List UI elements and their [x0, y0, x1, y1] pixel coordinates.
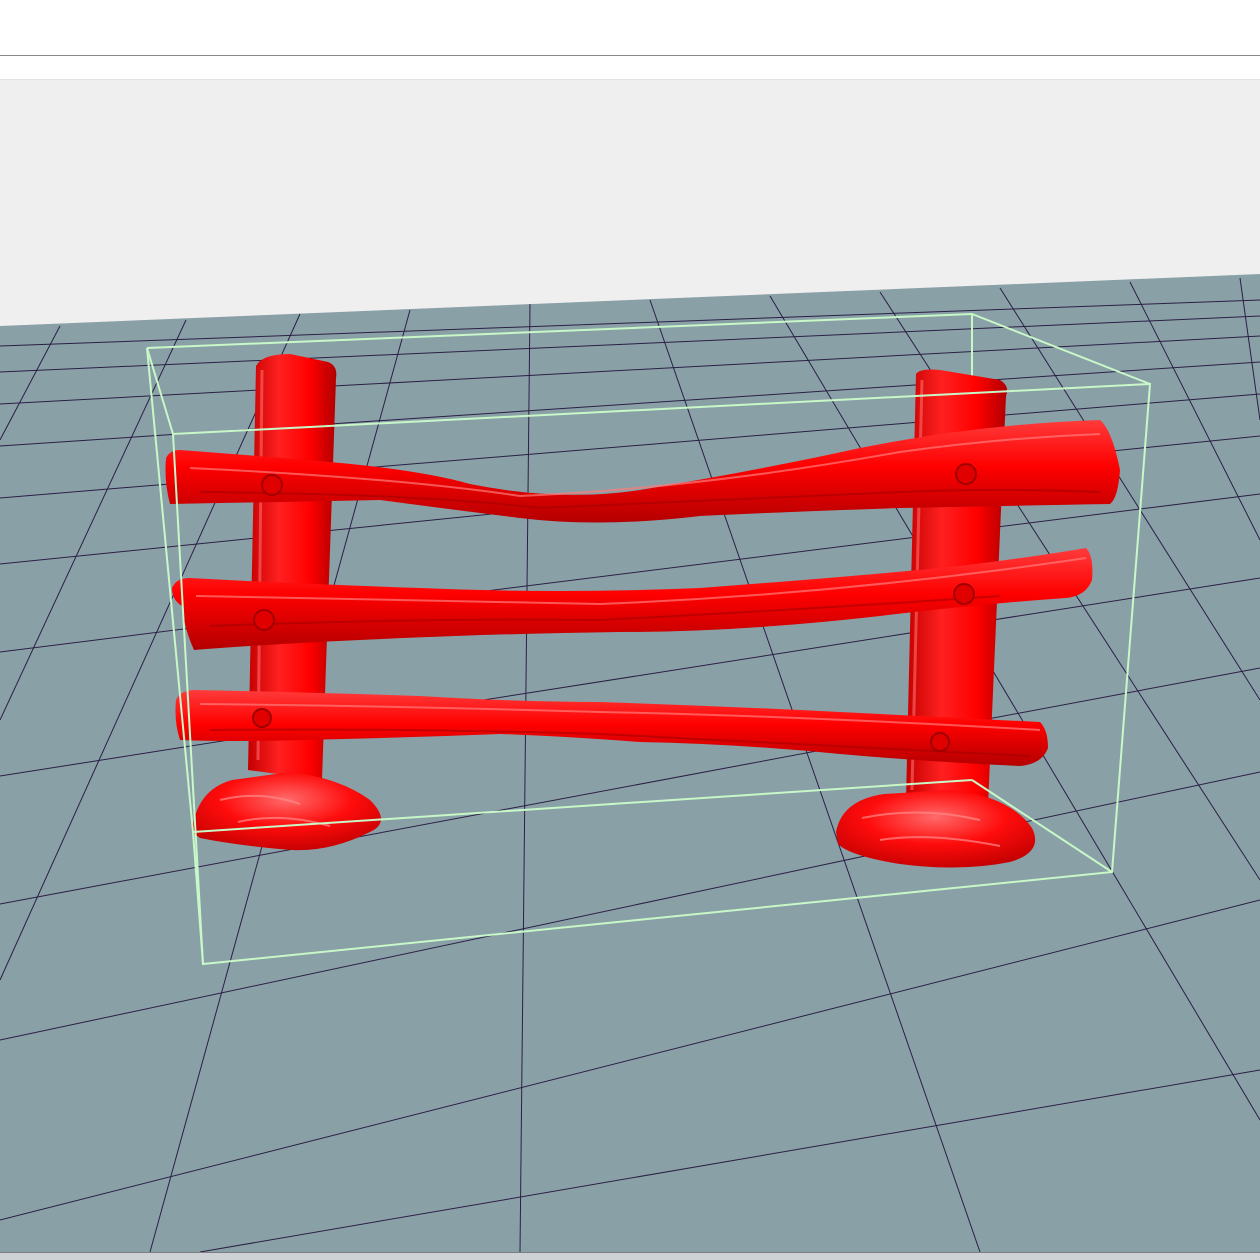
rail-nail — [261, 474, 283, 496]
rail-nail — [252, 708, 272, 728]
toolbar — [0, 0, 1260, 56]
ground-plane — [0, 274, 1260, 1252]
3d-viewport[interactable] — [0, 80, 1260, 1252]
status-strip — [0, 1252, 1260, 1260]
viewport-canvas[interactable] — [0, 80, 1260, 1252]
toolbar-separator — [0, 56, 1260, 80]
rail-nail — [953, 583, 975, 605]
rail-nail — [955, 463, 977, 485]
rail-nail — [930, 732, 950, 752]
app-window — [0, 0, 1260, 1260]
rail-nail — [253, 609, 275, 631]
